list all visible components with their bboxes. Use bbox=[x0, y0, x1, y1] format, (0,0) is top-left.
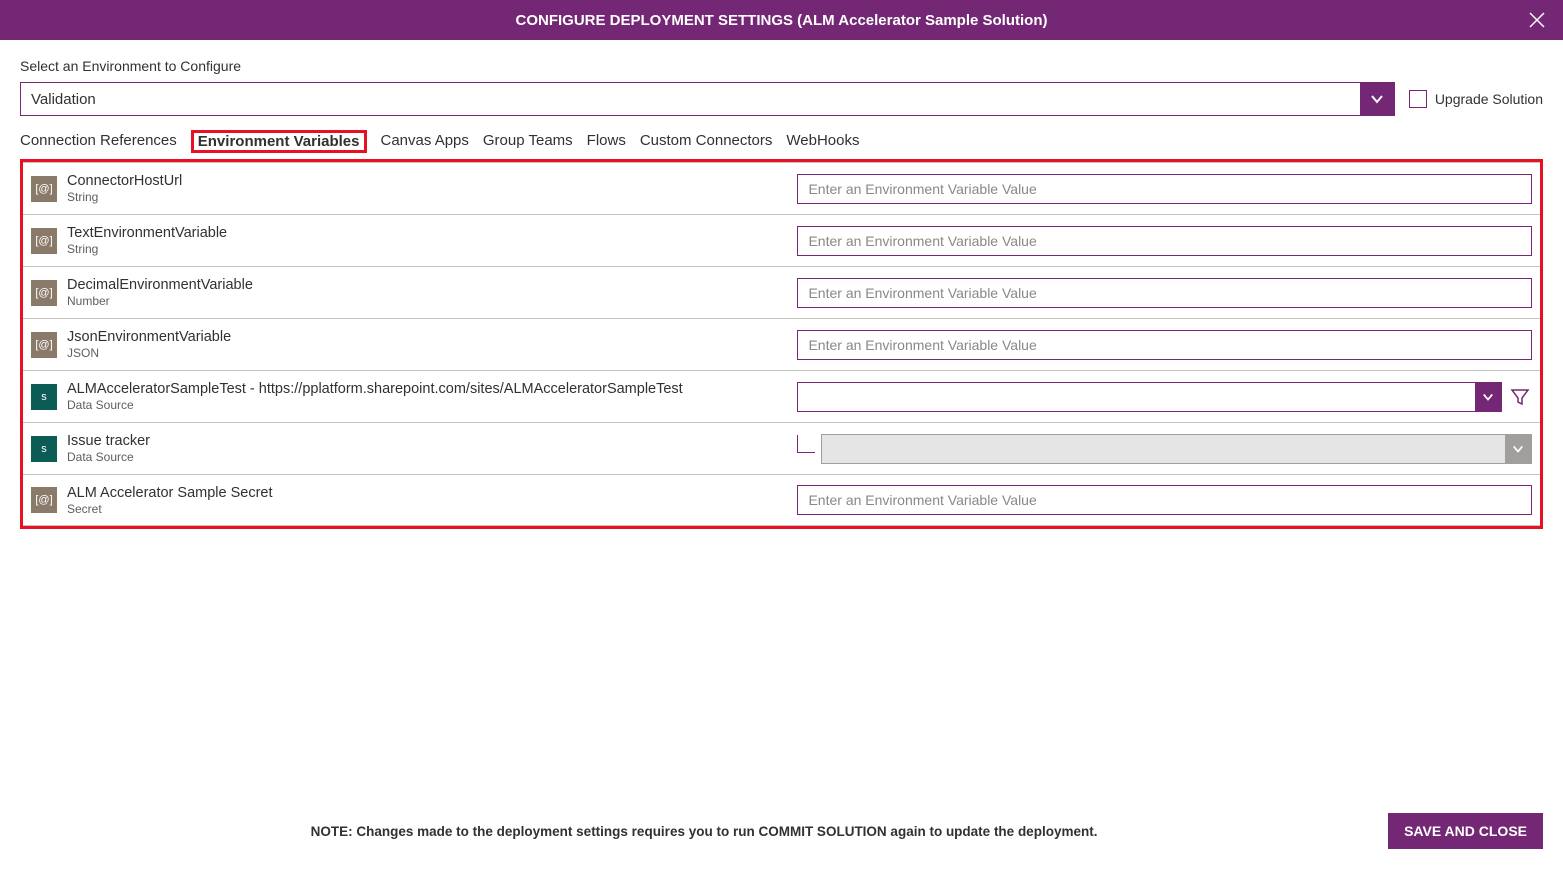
variable-type: Secret bbox=[67, 502, 787, 516]
variable-meta: JsonEnvironmentVariableJSON bbox=[67, 329, 787, 360]
variable-name: ALMAcceleratorSampleTest - https://pplat… bbox=[67, 381, 787, 397]
variable-name: TextEnvironmentVariable bbox=[67, 225, 787, 241]
variable-row: [@] DecimalEnvironmentVariableNumber bbox=[23, 266, 1540, 318]
environment-select[interactable]: Validation bbox=[20, 82, 1395, 116]
variable-row: [@] ConnectorHostUrlString bbox=[23, 162, 1540, 214]
datasource-select bbox=[821, 434, 1532, 464]
variable-input-wrap bbox=[797, 226, 1532, 256]
variable-input-wrap bbox=[797, 382, 1532, 412]
dialog-footer: NOTE: Changes made to the deployment set… bbox=[0, 797, 1563, 869]
tab-group-teams[interactable]: Group Teams bbox=[483, 130, 573, 153]
variable-row: s Issue trackerData Source bbox=[23, 422, 1540, 474]
close-icon[interactable] bbox=[1527, 10, 1547, 30]
footer-note: NOTE: Changes made to the deployment set… bbox=[20, 824, 1388, 839]
variable-meta: DecimalEnvironmentVariableNumber bbox=[67, 277, 787, 308]
variable-meta: ConnectorHostUrlString bbox=[67, 173, 787, 204]
tab-environment-variables[interactable]: Environment Variables bbox=[191, 130, 367, 153]
variable-type-icon: s bbox=[31, 384, 57, 410]
variable-value-input[interactable] bbox=[797, 174, 1532, 204]
variable-row: [@] ALM Accelerator Sample SecretSecret bbox=[23, 474, 1540, 526]
chevron-down-icon bbox=[1360, 82, 1394, 116]
variable-type-icon: s bbox=[31, 436, 57, 462]
variable-meta: ALMAcceleratorSampleTest - https://pplat… bbox=[67, 381, 787, 412]
variable-type-icon: [@] bbox=[31, 487, 57, 513]
variable-row: s ALMAcceleratorSampleTest - https://ppla… bbox=[23, 370, 1540, 422]
tabs: Connection References Environment Variab… bbox=[20, 130, 1543, 159]
environment-select-label: Select an Environment to Configure bbox=[20, 58, 1543, 74]
variable-type: String bbox=[67, 190, 787, 204]
variable-type: String bbox=[67, 242, 787, 256]
variable-meta: TextEnvironmentVariableString bbox=[67, 225, 787, 256]
variable-value-input[interactable] bbox=[797, 485, 1532, 515]
upgrade-solution-checkbox[interactable]: Upgrade Solution bbox=[1409, 90, 1543, 108]
variable-type-icon: [@] bbox=[31, 280, 57, 306]
variable-input-wrap bbox=[797, 434, 1532, 464]
variable-input-wrap bbox=[797, 485, 1532, 515]
variable-type-icon: [@] bbox=[31, 332, 57, 358]
variable-input-wrap bbox=[797, 278, 1532, 308]
variable-meta: ALM Accelerator Sample SecretSecret bbox=[67, 485, 787, 516]
variable-row: [@] TextEnvironmentVariableString bbox=[23, 214, 1540, 266]
chevron-down-icon bbox=[1505, 434, 1531, 464]
variable-value-input[interactable] bbox=[797, 278, 1532, 308]
variable-type-icon: [@] bbox=[31, 228, 57, 254]
tab-flows[interactable]: Flows bbox=[587, 130, 626, 153]
variable-input-wrap bbox=[797, 174, 1532, 204]
variable-meta: Issue trackerData Source bbox=[67, 433, 787, 464]
environment-select-value: Validation bbox=[21, 91, 1360, 108]
tab-connection-references[interactable]: Connection References bbox=[20, 130, 177, 153]
variable-name: Issue tracker bbox=[67, 433, 787, 449]
dialog-title: CONFIGURE DEPLOYMENT SETTINGS (ALM Accel… bbox=[516, 12, 1048, 29]
dialog-header: CONFIGURE DEPLOYMENT SETTINGS (ALM Accel… bbox=[0, 0, 1563, 40]
variable-name: DecimalEnvironmentVariable bbox=[67, 277, 787, 293]
variable-input-wrap bbox=[797, 330, 1532, 360]
save-and-close-button[interactable]: SAVE AND CLOSE bbox=[1388, 813, 1543, 849]
variable-type: Data Source bbox=[67, 398, 787, 412]
variable-type: Data Source bbox=[67, 450, 787, 464]
variable-value-input[interactable] bbox=[797, 330, 1532, 360]
checkbox-icon bbox=[1409, 90, 1427, 108]
variable-type: JSON bbox=[67, 346, 787, 360]
tab-canvas-apps[interactable]: Canvas Apps bbox=[381, 130, 469, 153]
variable-name: JsonEnvironmentVariable bbox=[67, 329, 787, 345]
environment-variables-panel: [@]ConnectorHostUrlString[@]TextEnvironm… bbox=[20, 159, 1543, 529]
variable-name: ALM Accelerator Sample Secret bbox=[67, 485, 787, 501]
filter-icon[interactable] bbox=[1508, 385, 1532, 409]
chevron-down-icon bbox=[1475, 382, 1501, 412]
variable-name: ConnectorHostUrl bbox=[67, 173, 787, 189]
variable-value-input[interactable] bbox=[797, 226, 1532, 256]
tab-webhooks[interactable]: WebHooks bbox=[786, 130, 859, 153]
upgrade-solution-label: Upgrade Solution bbox=[1435, 91, 1543, 107]
variable-type-icon: [@] bbox=[31, 176, 57, 202]
tab-custom-connectors[interactable]: Custom Connectors bbox=[640, 130, 773, 153]
variable-row: [@] JsonEnvironmentVariableJSON bbox=[23, 318, 1540, 370]
tree-connector-icon bbox=[797, 435, 815, 453]
variable-type: Number bbox=[67, 294, 787, 308]
datasource-select[interactable] bbox=[797, 382, 1502, 412]
